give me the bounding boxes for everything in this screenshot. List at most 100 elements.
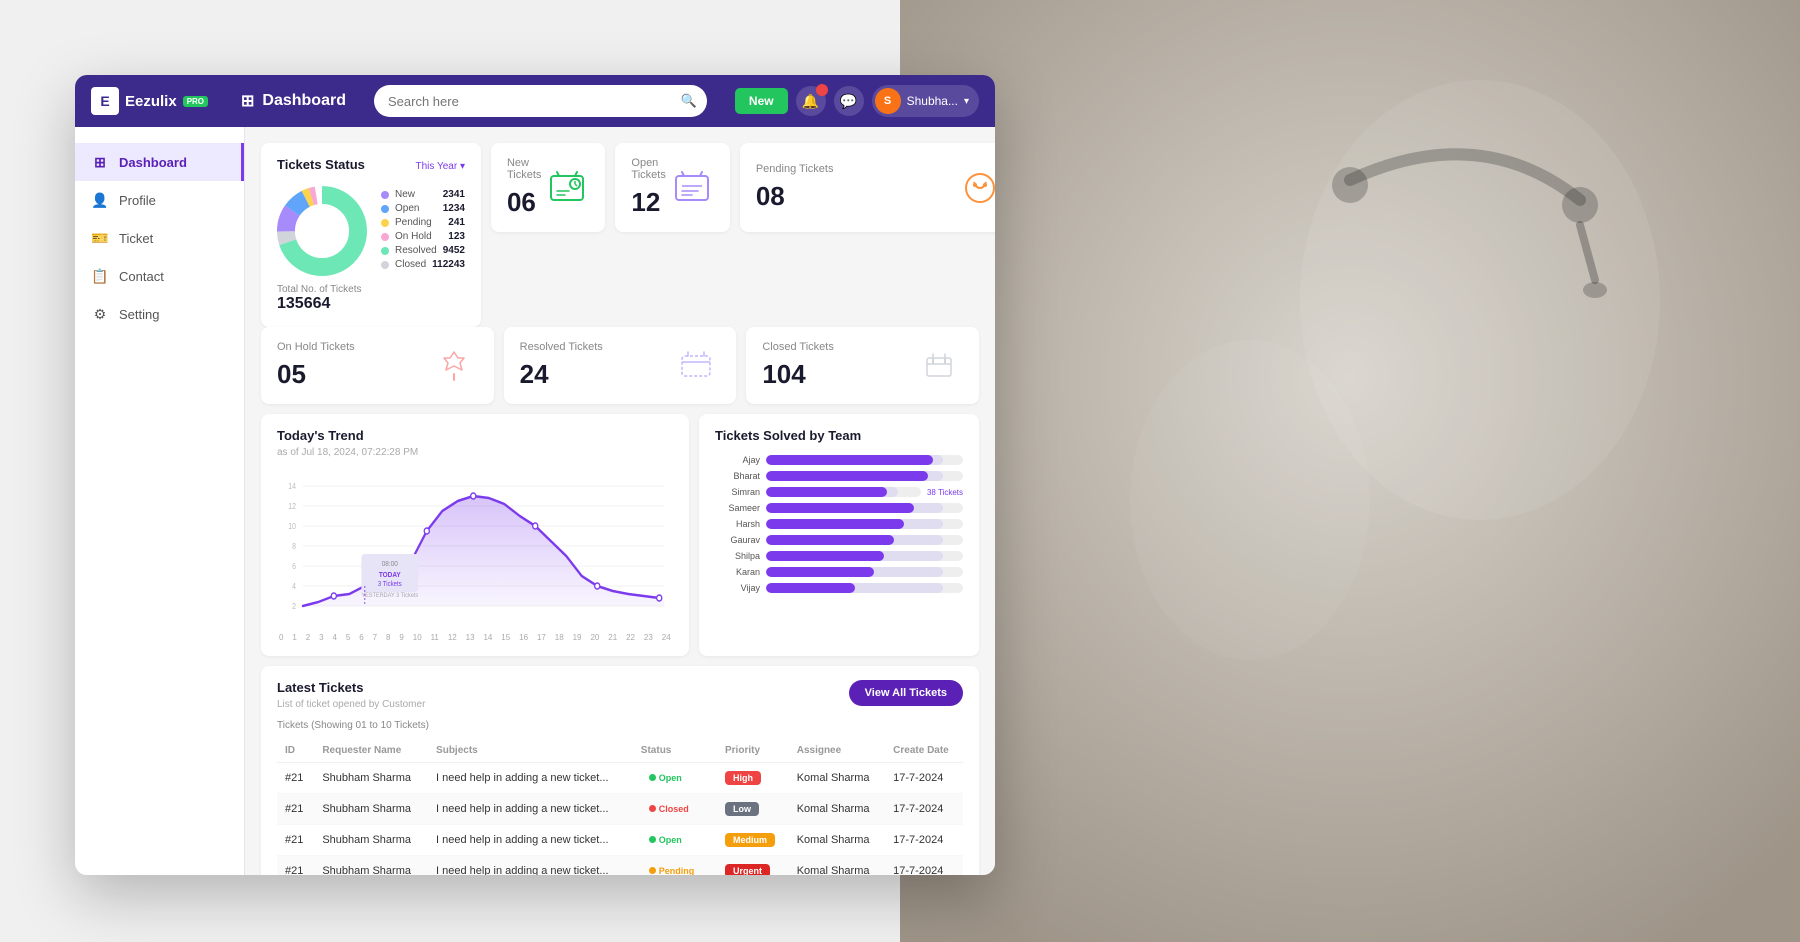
x-axis-labels: 0123456789101112131415161718192021222324	[277, 633, 673, 642]
svg-text:2: 2	[292, 601, 296, 611]
sidebar-item-setting[interactable]: ⚙ Setting	[75, 295, 244, 333]
new-tickets-icon	[545, 164, 589, 212]
table-row[interactable]: #21 Shubham Sharma I need help in adding…	[277, 794, 963, 825]
resolved-tickets-icon	[672, 342, 720, 390]
ticket-date: 17-7-2024	[885, 825, 963, 856]
team-member-name: Karan	[715, 567, 760, 577]
resolved-tickets-card: Resolved Tickets 24	[504, 327, 737, 404]
nav-title: ⊞ Dashboard	[241, 91, 346, 111]
user-name: Shubha...	[907, 94, 958, 108]
bar-track	[766, 535, 963, 545]
tickets-table: IDRequester NameSubjectsStatusPriorityAs…	[277, 739, 963, 875]
chat-button[interactable]: 💬	[834, 86, 864, 116]
svg-text:YESTERDAY 3 Tickets: YESTERDAY 3 Tickets	[361, 593, 418, 599]
team-member-name: Harsh	[715, 519, 760, 529]
open-tickets-card: Open Tickets 12	[615, 143, 729, 232]
table-row[interactable]: #21 Shubham Sharma I need help in adding…	[277, 856, 963, 876]
ticket-requester: Shubham Sharma	[314, 856, 428, 876]
app-window: E Eezulix PRO ⊞ Dashboard 🔍 New 🔔 💬 S Sh…	[75, 75, 995, 875]
total-tickets-row: Total No. of Tickets 135664	[277, 284, 465, 313]
pie-chart	[277, 186, 367, 276]
resolved-tickets-label: Resolved Tickets	[520, 341, 603, 353]
bar-track	[766, 503, 963, 513]
main-layout: ⊞ Dashboard 👤 Profile 🎫 Ticket 📋 Contact…	[75, 127, 995, 875]
tickets-count-info: Tickets (Showing 01 to 10 Tickets)	[277, 720, 963, 731]
on-hold-tickets-card: On Hold Tickets 05	[261, 327, 494, 404]
pending-tickets-label: Pending Tickets	[756, 163, 834, 175]
sidebar-item-profile[interactable]: 👤 Profile	[75, 181, 244, 219]
bar-track	[766, 551, 963, 561]
svg-text:4: 4	[292, 581, 296, 591]
tickets-body: #21 Shubham Sharma I need help in adding…	[277, 763, 963, 876]
logo-text: Eezulix	[125, 93, 177, 110]
closed-tickets-card: Closed Tickets 104	[746, 327, 979, 404]
new-tickets-card: New Tickets 06	[491, 143, 605, 232]
table-header: IDRequester NameSubjectsStatusPriorityAs…	[277, 739, 963, 763]
table-col-header: ID	[277, 739, 314, 763]
search-input[interactable]	[374, 85, 707, 117]
team-bar-item: Bharat	[715, 471, 963, 481]
on-hold-tickets-label: On Hold Tickets	[277, 341, 355, 353]
svg-text:TODAY: TODAY	[379, 572, 401, 580]
team-title: Tickets Solved by Team	[715, 428, 963, 443]
ticket-id: #21	[277, 794, 314, 825]
closed-tickets-label: Closed Tickets	[762, 341, 834, 353]
ticket-assignee: Komal Sharma	[789, 856, 885, 876]
pending-tickets-value: 08	[756, 181, 834, 212]
bar-track	[766, 487, 921, 497]
pending-tickets-icon	[956, 164, 995, 212]
sidebar-item-dashboard[interactable]: ⊞ Dashboard	[75, 143, 244, 181]
ticket-subject: I need help in adding a new ticket...	[428, 763, 633, 794]
grid-icon: ⊞	[241, 91, 254, 111]
svg-text:10: 10	[288, 521, 296, 531]
ticket-id: #21	[277, 763, 314, 794]
table-row[interactable]: #21 Shubham Sharma I need help in adding…	[277, 825, 963, 856]
latest-tickets-section: Latest Tickets List of ticket opened by …	[261, 666, 979, 875]
ticket-id: #21	[277, 825, 314, 856]
on-hold-tickets-value: 05	[277, 359, 355, 390]
ticket-subject: I need help in adding a new ticket...	[428, 825, 633, 856]
trend-title: Today's Trend	[277, 428, 673, 443]
ticket-assignee: Komal Sharma	[789, 763, 885, 794]
bar-track	[766, 455, 963, 465]
legend-pending: Pending 241	[381, 217, 465, 228]
svg-text:08:00: 08:00	[382, 561, 398, 569]
latest-tickets-title: Latest Tickets	[277, 680, 425, 695]
chevron-down-icon: ▾	[964, 96, 969, 107]
trend-card: Today's Trend as of Jul 18, 2024, 07:22:…	[261, 414, 689, 656]
ticket-subject: I need help in adding a new ticket...	[428, 856, 633, 876]
user-chip[interactable]: S Shubha... ▾	[872, 85, 979, 117]
legend-closed: Closed 112243	[381, 259, 465, 270]
table-col-header: Status	[633, 739, 717, 763]
sidebar-label-setting: Setting	[119, 307, 159, 322]
latest-tickets-subtitle: List of ticket opened by Customer	[277, 699, 425, 710]
profile-icon: 👤	[91, 191, 109, 209]
total-tickets-label: Total No. of Tickets	[277, 284, 465, 295]
legend-open: Open 1234	[381, 203, 465, 214]
team-member-name: Gaurav	[715, 535, 760, 545]
ticket-assignee: Komal Sharma	[789, 794, 885, 825]
notifications-button[interactable]: 🔔	[796, 86, 826, 116]
new-button[interactable]: New	[735, 88, 788, 114]
search-bar[interactable]: 🔍	[374, 85, 707, 117]
sidebar-label-ticket: Ticket	[119, 231, 153, 246]
sidebar-item-contact[interactable]: 📋 Contact	[75, 257, 244, 295]
svg-text:14: 14	[288, 481, 296, 491]
legend-resolved: Resolved 9452	[381, 245, 465, 256]
ticket-icon: 🎫	[91, 229, 109, 247]
view-all-tickets-button[interactable]: View All Tickets	[849, 680, 963, 706]
table-row[interactable]: #21 Shubham Sharma I need help in adding…	[277, 763, 963, 794]
table-col-header: Create Date	[885, 739, 963, 763]
team-bar-item: Harsh	[715, 519, 963, 529]
bar-label: 38 Tickets	[927, 488, 963, 497]
tickets-status-year[interactable]: This Year ▾	[415, 161, 465, 172]
team-card: Tickets Solved by Team Ajay Bharat Simra…	[699, 414, 979, 656]
contact-icon: 📋	[91, 267, 109, 285]
dashboard-icon: ⊞	[91, 153, 109, 171]
team-bar-item: Karan	[715, 567, 963, 577]
tickets-status-title: Tickets Status	[277, 157, 365, 172]
team-member-name: Ajay	[715, 455, 760, 465]
sidebar-label-dashboard: Dashboard	[119, 155, 187, 170]
sidebar-item-ticket[interactable]: 🎫 Ticket	[75, 219, 244, 257]
bar-track	[766, 519, 963, 529]
